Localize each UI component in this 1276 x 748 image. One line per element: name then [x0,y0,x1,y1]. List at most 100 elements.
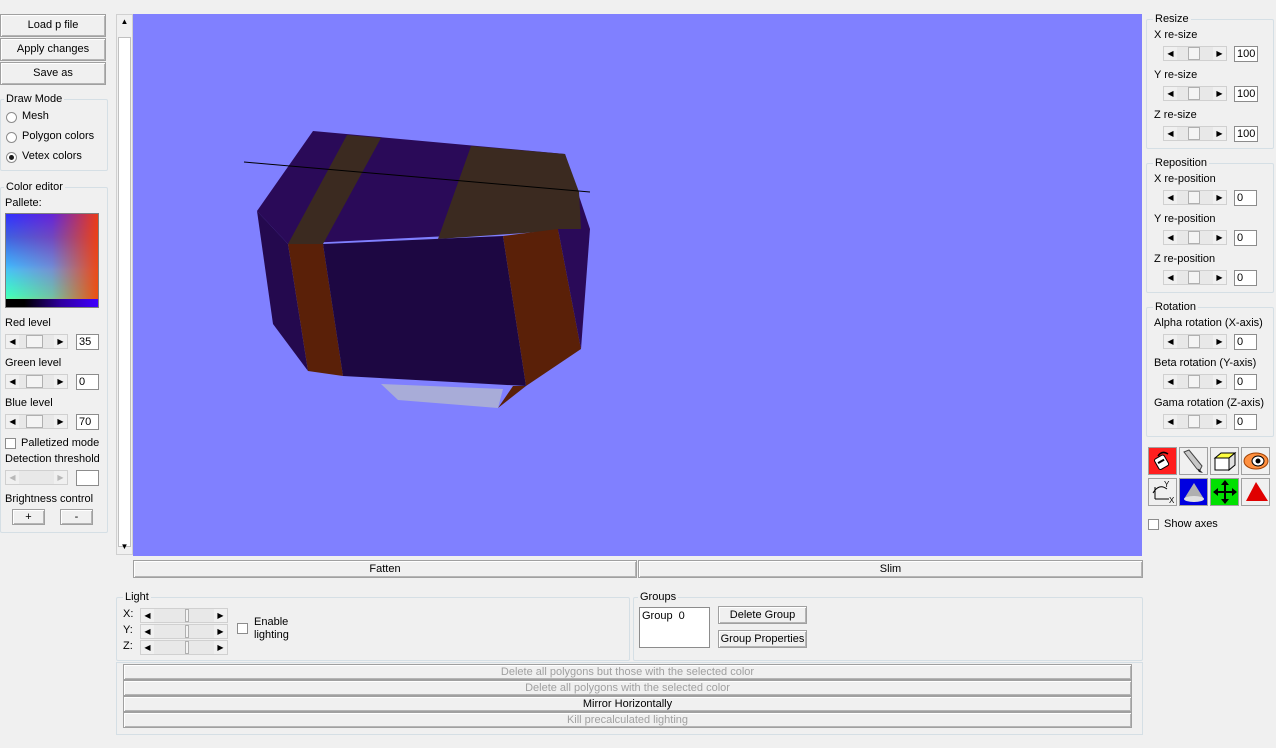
y-reposition-thumb[interactable] [1188,231,1200,244]
brightness-plus-button[interactable]: + [12,509,45,525]
eyedropper-tool-button[interactable] [1179,447,1208,475]
beta-rotation-thumb[interactable] [1188,375,1200,388]
z-resize-slider[interactable]: ◀ ▶ [1163,126,1227,141]
delete-group-button[interactable]: Delete Group [718,606,807,624]
load-p-file-button[interactable]: Load p file [0,14,106,37]
blue-level-input[interactable]: 70 [76,414,99,430]
y-resize-left-arrow[interactable]: ◀ [1164,87,1177,100]
slim-button[interactable]: Slim [638,560,1143,578]
beta-rotation-slider[interactable]: ◀ ▶ [1163,374,1227,389]
viewport-vertical-scrollbar[interactable]: ▲ ▼ [116,14,133,555]
light-x-slider[interactable]: ◀ ▶ [140,608,228,623]
green-level-input[interactable]: 0 [76,374,99,390]
x-resize-right-arrow[interactable]: ▶ [1213,47,1226,60]
mesh-radio[interactable] [6,112,17,123]
light-z-thumb[interactable] [185,641,189,654]
z-resize-thumb[interactable] [1188,127,1200,140]
x-reposition-input[interactable]: 0 [1234,190,1257,206]
delete-all-but-selected-color-button[interactable]: Delete all polygons but those with the s… [123,664,1132,680]
x-reposition-slider[interactable]: ◀ ▶ [1163,190,1227,205]
z-reposition-left-arrow[interactable]: ◀ [1164,271,1177,284]
red-slider-thumb[interactable] [26,335,43,348]
threshold-slider-right-arrow[interactable]: ▶ [54,471,67,484]
y-resize-right-arrow[interactable]: ▶ [1213,87,1226,100]
light-z-left-arrow[interactable]: ◀ [141,641,154,654]
z-resize-left-arrow[interactable]: ◀ [1164,127,1177,140]
beta-rotation-input[interactable]: 0 [1234,374,1257,390]
red-slider-right-arrow[interactable]: ▶ [54,335,67,348]
green-slider-right-arrow[interactable]: ▶ [54,375,67,388]
y-reposition-right-arrow[interactable]: ▶ [1213,231,1226,244]
gama-rotation-right-arrow[interactable]: ▶ [1213,415,1226,428]
x-reposition-thumb[interactable] [1188,191,1200,204]
light-x-left-arrow[interactable]: ◀ [141,609,154,622]
vetex-colors-radio[interactable] [6,152,17,163]
light-y-slider[interactable]: ◀ ▶ [140,624,228,639]
viewport-scroll-down-arrow[interactable]: ▼ [118,540,131,554]
z-resize-right-arrow[interactable]: ▶ [1213,127,1226,140]
blue-level-slider[interactable]: ◀ ▶ [5,414,68,429]
groups-list[interactable]: Group 0 [639,607,710,648]
y-reposition-input[interactable]: 0 [1234,230,1257,246]
save-as-button[interactable]: Save as [0,62,106,85]
polygon-colors-radio[interactable] [6,132,17,143]
z-reposition-thumb[interactable] [1188,271,1200,284]
detection-threshold-input[interactable] [76,470,99,486]
alpha-rotation-input[interactable]: 0 [1234,334,1257,350]
red-level-input[interactable]: 35 [76,334,99,350]
fatten-button[interactable]: Fatten [133,560,637,578]
eye-tool-button[interactable] [1241,447,1270,475]
x-resize-slider[interactable]: ◀ ▶ [1163,46,1227,61]
triangle-tool-button[interactable] [1241,478,1270,506]
light-y-right-arrow[interactable]: ▶ [214,625,227,638]
y-resize-slider[interactable]: ◀ ▶ [1163,86,1227,101]
alpha-rotation-thumb[interactable] [1188,335,1200,348]
z-reposition-slider[interactable]: ◀ ▶ [1163,270,1227,285]
kill-precalculated-lighting-button[interactable]: Kill precalculated lighting [123,712,1132,728]
light-z-slider[interactable]: ◀ ▶ [140,640,228,655]
gama-rotation-thumb[interactable] [1188,415,1200,428]
brightness-minus-button[interactable]: - [60,509,93,525]
alpha-rotation-right-arrow[interactable]: ▶ [1213,335,1226,348]
light-y-thumb[interactable] [185,625,189,638]
paint-bucket-tool-button[interactable] [1148,447,1177,475]
viewport-scroll-thumb[interactable] [118,37,131,547]
cone-tool-button[interactable] [1179,478,1208,506]
z-resize-input[interactable]: 100 [1234,126,1258,142]
delete-all-with-selected-color-button[interactable]: Delete all polygons with the selected co… [123,680,1132,696]
cube-tool-button[interactable] [1210,447,1239,475]
blue-slider-left-arrow[interactable]: ◀ [6,415,19,428]
blue-slider-thumb[interactable] [26,415,43,428]
red-slider-left-arrow[interactable]: ◀ [6,335,19,348]
light-x-thumb[interactable] [185,609,189,622]
green-level-slider[interactable]: ◀ ▶ [5,374,68,389]
beta-rotation-right-arrow[interactable]: ▶ [1213,375,1226,388]
blue-slider-right-arrow[interactable]: ▶ [54,415,67,428]
light-y-left-arrow[interactable]: ◀ [141,625,154,638]
x-resize-left-arrow[interactable]: ◀ [1164,47,1177,60]
y-resize-input[interactable]: 100 [1234,86,1258,102]
red-level-slider[interactable]: ◀ ▶ [5,334,68,349]
alpha-rotation-left-arrow[interactable]: ◀ [1164,335,1177,348]
green-slider-left-arrow[interactable]: ◀ [6,375,19,388]
axes-tool-button[interactable]: Y X [1148,478,1177,506]
alpha-rotation-slider[interactable]: ◀ ▶ [1163,334,1227,349]
list-item[interactable]: Group 0 [642,610,685,623]
x-resize-input[interactable]: 100 [1234,46,1258,62]
detection-threshold-slider[interactable]: ◀ ▶ [5,470,68,485]
z-reposition-input[interactable]: 0 [1234,270,1257,286]
show-axes-checkbox[interactable] [1148,519,1159,530]
x-reposition-right-arrow[interactable]: ▶ [1213,191,1226,204]
move-tool-button[interactable] [1210,478,1239,506]
y-reposition-slider[interactable]: ◀ ▶ [1163,230,1227,245]
mirror-horizontally-button[interactable]: Mirror Horizontally [123,696,1132,712]
green-slider-thumb[interactable] [26,375,43,388]
gama-rotation-input[interactable]: 0 [1234,414,1257,430]
apply-changes-button[interactable]: Apply changes [0,38,106,61]
y-resize-thumb[interactable] [1188,87,1200,100]
enable-lighting-checkbox[interactable] [237,623,248,634]
light-x-right-arrow[interactable]: ▶ [214,609,227,622]
viewport-scroll-up-arrow[interactable]: ▲ [118,15,131,29]
light-z-right-arrow[interactable]: ▶ [214,641,227,654]
x-reposition-left-arrow[interactable]: ◀ [1164,191,1177,204]
